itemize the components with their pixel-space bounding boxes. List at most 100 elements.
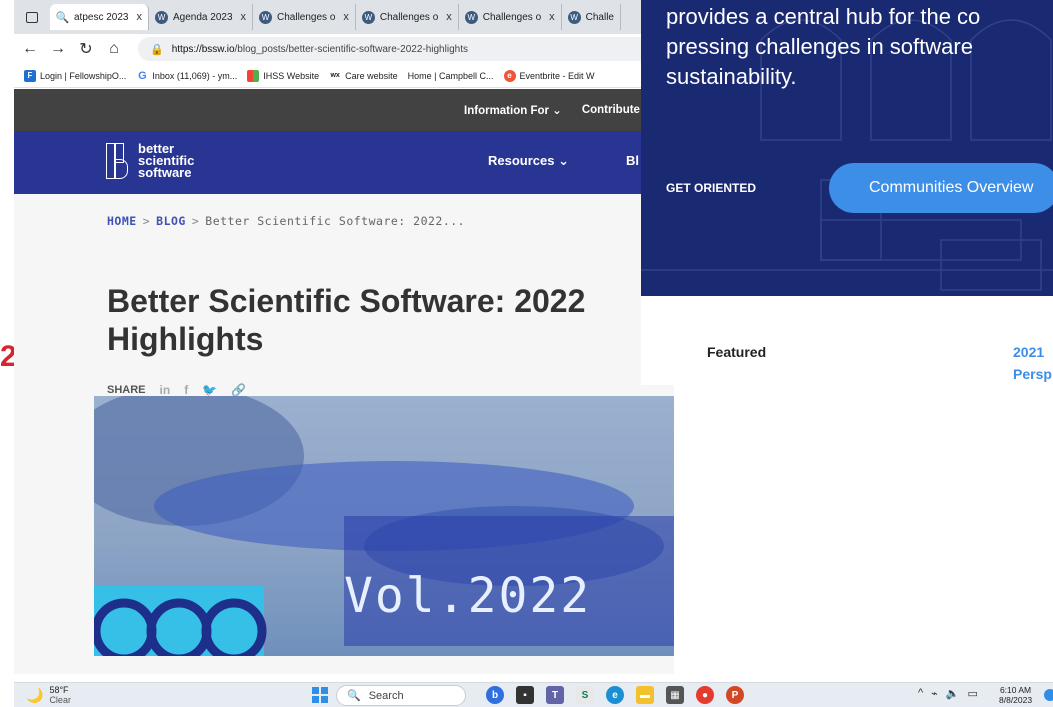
blog-menu[interactable]: Bl — [626, 153, 639, 168]
back-icon[interactable]: ← — [18, 40, 42, 58]
share-bar: SHARE in f 🐦 🔗 — [107, 383, 246, 397]
overlay-panel: provides a central hub for the co pressi… — [641, 0, 1053, 385]
teams-icon[interactable]: T — [546, 686, 564, 704]
ihss-icon — [247, 69, 260, 82]
windows-start-icon[interactable] — [312, 687, 328, 703]
share-label: SHARE — [107, 384, 146, 396]
screen: 2, 🔍 atpesc 2023 x W Agenda 2023 x W Cha… — [0, 0, 1053, 707]
forward-icon[interactable]: → — [46, 40, 70, 58]
tab-label: Agenda 2023 — [173, 11, 233, 23]
featured-link-perspectives[interactable]: Persp — [1013, 366, 1052, 382]
close-icon[interactable]: x — [137, 11, 143, 23]
home-icon[interactable]: ⌂ — [102, 40, 126, 58]
main-nav: better scientific software Resources ⌄ B… — [14, 131, 674, 194]
tab-challenges-4[interactable]: W Challe — [562, 4, 621, 30]
s-app-icon[interactable]: S — [576, 686, 594, 704]
top-nav: Information For ⌄ Contribute to — [14, 89, 674, 131]
bookmark-label: Inbox (11,069) - ym... — [152, 70, 238, 81]
featured-heading: Featured — [707, 344, 767, 360]
weather-widget[interactable]: 🌙 58°F Clear — [26, 685, 71, 705]
tab-label: Challenges o — [482, 11, 542, 23]
google-icon: G — [138, 69, 147, 82]
network-icon[interactable]: ⌁ — [931, 687, 938, 700]
search-placeholder: Search — [368, 689, 404, 702]
window-menu-icon[interactable] — [26, 11, 38, 23]
tab-label: Challe — [585, 11, 614, 23]
bookmark-label: Eventbrite - Edit W — [519, 70, 595, 81]
breadcrumb-separator: > — [191, 214, 200, 228]
close-icon[interactable]: x — [241, 11, 247, 23]
featured-link-2021[interactable]: 2021 — [1013, 344, 1044, 360]
breadcrumb-home[interactable]: HOME — [107, 214, 137, 228]
clock-time: 6:10 AM — [999, 685, 1032, 695]
bookmark-ihss[interactable]: IHSS Website — [247, 69, 320, 82]
battery-icon[interactable]: ▭ — [968, 687, 978, 700]
file-explorer-icon[interactable]: ▬ — [636, 686, 654, 704]
url-field[interactable]: 🔒 https://bssw.io/blog_posts/better-scie… — [138, 37, 674, 61]
communities-overview-button[interactable]: Communities Overview — [829, 163, 1053, 213]
tab-agenda[interactable]: W Agenda 2023 x — [149, 4, 254, 30]
url-host: https://bssw.io — [171, 43, 235, 55]
search-icon: 🔍 — [55, 11, 70, 24]
eventbrite-icon: e — [503, 69, 516, 82]
intro-text: provides a central hub for the co pressi… — [666, 2, 1053, 92]
wix-icon: wx — [330, 72, 340, 79]
search-icon: 🔍 — [347, 690, 361, 702]
information-for-menu[interactable]: Information For ⌄ — [464, 103, 562, 117]
volume-icon[interactable]: 🔈 — [946, 687, 960, 700]
task-view-icon[interactable]: ▪ — [516, 686, 534, 704]
notification-icon[interactable] — [1044, 689, 1053, 701]
facebook-icon[interactable]: f — [184, 383, 188, 397]
breadcrumb-current: Better Scientific Software: 2022... — [205, 214, 466, 228]
bookmark-campbell[interactable]: Home | Campbell C... — [408, 71, 494, 81]
resources-menu[interactable]: Resources ⌄ — [488, 153, 569, 169]
bookmark-care[interactable]: wx Care website — [329, 70, 397, 82]
media-icon[interactable]: ● — [696, 686, 714, 704]
powerpoint-icon[interactable]: P — [726, 686, 744, 704]
edge-icon[interactable]: e — [606, 686, 624, 704]
store-icon[interactable]: ▦ — [666, 686, 684, 704]
bookmark-label: Home | Campbell C... — [407, 70, 494, 81]
close-icon[interactable]: x — [446, 11, 452, 23]
bookmark-label: IHSS Website — [263, 70, 320, 81]
bookmark-fellowship[interactable]: F Login | FellowshipO... — [24, 69, 126, 82]
page-title: Better Scientific Software: 2022 Highlig… — [107, 283, 586, 357]
tab-challenges-1[interactable]: W Challenges o x — [253, 4, 356, 30]
temperature: 58°F — [49, 685, 69, 695]
taskbar-search[interactable]: 🔍 Search — [336, 685, 466, 706]
intro-banner: provides a central hub for the co pressi… — [641, 0, 1053, 296]
taskbar-apps: b ▪ T S e ▬ ▦ ● P — [486, 686, 756, 704]
wordpress-icon: W — [567, 10, 581, 24]
intro-line: provides a central hub for the co — [666, 4, 981, 29]
logo-line: software — [138, 165, 192, 180]
lock-icon: 🔒 — [150, 43, 164, 56]
web-page: Information For ⌄ Contribute to better s… — [14, 89, 674, 674]
twitter-icon[interactable]: 🐦 — [202, 383, 217, 397]
clock[interactable]: 6:10 AM 8/8/2023 — [999, 685, 1032, 705]
tab-label: atpesc 2023 — [74, 11, 129, 23]
tab-atpesc[interactable]: 🔍 atpesc 2023 x — [50, 4, 149, 30]
breadcrumb-separator: > — [142, 214, 151, 228]
tray-overflow-icon[interactable]: ^ — [918, 687, 923, 700]
url-path: /blog_posts/better-scientific-software-2… — [234, 43, 468, 55]
bing-icon[interactable]: b — [486, 686, 504, 704]
tab-challenges-2[interactable]: W Challenges o x — [356, 4, 459, 30]
get-oriented-label: GET ORIENTED — [666, 181, 757, 195]
tab-challenges-3[interactable]: W Challenges o x — [459, 4, 562, 30]
close-icon[interactable]: x — [343, 11, 349, 23]
hero-image: Vol.2022 — [94, 396, 674, 656]
bookmarks-bar: F Login | FellowshipO... G Inbox (11,069) … — [14, 64, 674, 88]
breadcrumb-blog[interactable]: BLOG — [156, 214, 186, 228]
close-icon[interactable]: x — [549, 11, 555, 23]
bssw-logo[interactable]: better scientific software — [106, 141, 194, 181]
bookmark-eventbrite[interactable]: e Eventbrite - Edit W — [503, 69, 595, 82]
bookmark-inbox[interactable]: G Inbox (11,069) - ym... — [136, 70, 237, 82]
wordpress-icon: W — [464, 10, 478, 24]
linkedin-icon[interactable]: in — [160, 383, 171, 397]
wordpress-icon: W — [259, 10, 273, 24]
link-icon[interactable]: 🔗 — [231, 383, 246, 397]
tab-label: Challenges o — [379, 11, 439, 23]
intro-line: sustainability. — [666, 64, 797, 89]
reload-icon[interactable]: ↻ — [74, 39, 98, 59]
logo-mark-icon — [106, 141, 134, 181]
